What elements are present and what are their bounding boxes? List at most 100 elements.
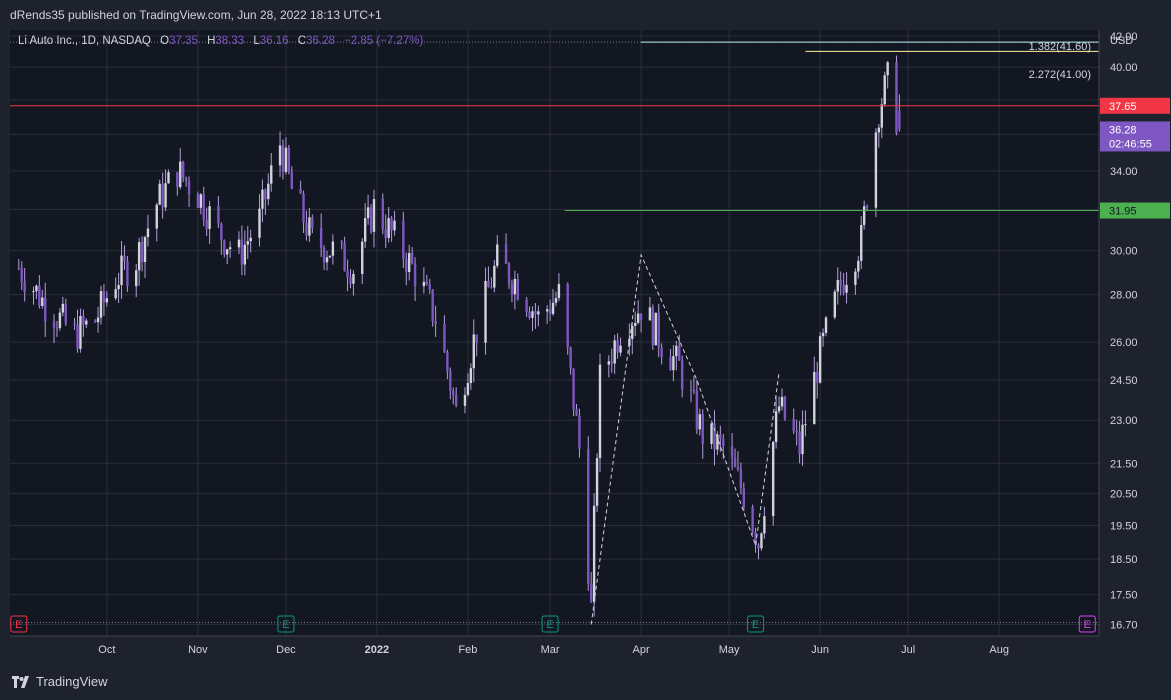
candle xyxy=(381,193,384,235)
candle-body xyxy=(23,281,26,293)
candle-body xyxy=(93,320,97,323)
support-price-tag: 31.95 xyxy=(1100,202,1170,219)
tradingview-brand: TradingView xyxy=(36,674,108,689)
candle-body xyxy=(860,224,863,261)
candle-body xyxy=(569,347,572,369)
candle-body xyxy=(290,171,293,189)
candle-body xyxy=(507,263,511,284)
candle-body xyxy=(126,261,129,287)
candle-body xyxy=(695,390,699,430)
candle-body xyxy=(61,303,65,313)
candle-body xyxy=(592,505,596,602)
candle-body xyxy=(264,189,267,200)
candle-body xyxy=(187,181,191,195)
candle-body xyxy=(678,345,681,361)
candle-body xyxy=(883,75,886,105)
candle-body xyxy=(117,284,120,290)
earnings-marker-label: E xyxy=(1084,619,1091,631)
candle-body xyxy=(393,220,396,231)
candle-body xyxy=(631,325,634,339)
candle-body xyxy=(123,255,126,262)
candle-body xyxy=(554,298,558,303)
candle-body xyxy=(739,469,743,489)
candle-body xyxy=(751,507,754,533)
candle-body xyxy=(346,271,349,278)
candle-body xyxy=(410,253,414,264)
candle-body xyxy=(880,104,883,128)
candle-body xyxy=(692,389,696,391)
symbol-title: Li Auto Inc., 1D, NASDAQ xyxy=(18,35,151,47)
candle-body xyxy=(340,241,343,243)
candle-body xyxy=(428,284,431,290)
candle-body xyxy=(363,218,367,242)
candle-body xyxy=(85,320,88,325)
candle-body xyxy=(733,457,737,467)
time-tick-label: Feb xyxy=(458,644,477,656)
candle-body xyxy=(76,324,79,349)
candle-body xyxy=(466,383,470,395)
candle-body xyxy=(184,177,188,182)
candle-body xyxy=(833,291,837,318)
candle-body xyxy=(898,110,901,130)
price-tick-label: 21.50 xyxy=(1110,458,1138,470)
price-chart[interactable]: 1.382(41.60)2.272(41.00)USD42.0040.0034.… xyxy=(0,0,1171,665)
candle-body xyxy=(120,255,123,285)
candle-body xyxy=(41,297,44,306)
candle-body xyxy=(99,291,103,318)
candle-body xyxy=(575,409,578,416)
candle-body xyxy=(146,228,150,238)
candle-body xyxy=(548,309,552,314)
candle xyxy=(895,55,898,136)
candle-body xyxy=(349,277,352,284)
candle-body xyxy=(161,183,164,208)
candle-body xyxy=(158,183,161,205)
candle-body xyxy=(730,446,734,458)
candle-body xyxy=(528,311,531,318)
candle-body xyxy=(246,241,249,245)
candle-body xyxy=(176,172,179,188)
close-label: C xyxy=(297,35,307,47)
price-tick-label: 28.00 xyxy=(1110,290,1138,302)
candle-body xyxy=(381,199,384,230)
candle-body xyxy=(223,240,226,255)
candle xyxy=(651,304,655,350)
earnings-marker-label: E xyxy=(752,619,759,631)
candle-body xyxy=(446,352,449,372)
candle-body xyxy=(648,307,652,321)
candle-body xyxy=(425,281,429,285)
tradingview-logo[interactable]: TradingView xyxy=(12,674,108,689)
candle-body xyxy=(405,258,408,272)
candle-body xyxy=(55,327,59,329)
candle-body xyxy=(877,127,881,133)
candle-body xyxy=(454,394,458,406)
earnings-marker-label: E xyxy=(282,619,289,631)
candle-body xyxy=(243,244,247,265)
candle-body xyxy=(217,206,220,224)
candle-body xyxy=(516,279,520,300)
candle-body xyxy=(484,280,487,343)
candle-body xyxy=(226,249,229,255)
candle-body xyxy=(82,316,85,325)
candle-body xyxy=(763,516,766,534)
time-tick-label: Jun xyxy=(811,644,829,656)
candle-body xyxy=(821,332,825,337)
candle-body xyxy=(895,62,898,134)
candle xyxy=(566,282,569,355)
candle-body xyxy=(798,431,801,455)
candle-body xyxy=(287,147,291,172)
candle-body xyxy=(369,207,373,232)
candle-body xyxy=(325,257,329,263)
candle-body xyxy=(783,396,787,419)
open-label: O xyxy=(160,35,170,47)
candle-body xyxy=(839,280,842,285)
candle-body xyxy=(135,270,138,287)
candle-body xyxy=(607,361,611,365)
candle-body xyxy=(17,267,21,269)
time-tick-label: 2022 xyxy=(365,644,389,656)
candle-body xyxy=(20,268,23,282)
candle xyxy=(592,493,596,617)
candle-body xyxy=(278,145,282,166)
candle xyxy=(369,204,373,235)
candle-body xyxy=(537,311,540,315)
candle-body xyxy=(361,241,364,274)
